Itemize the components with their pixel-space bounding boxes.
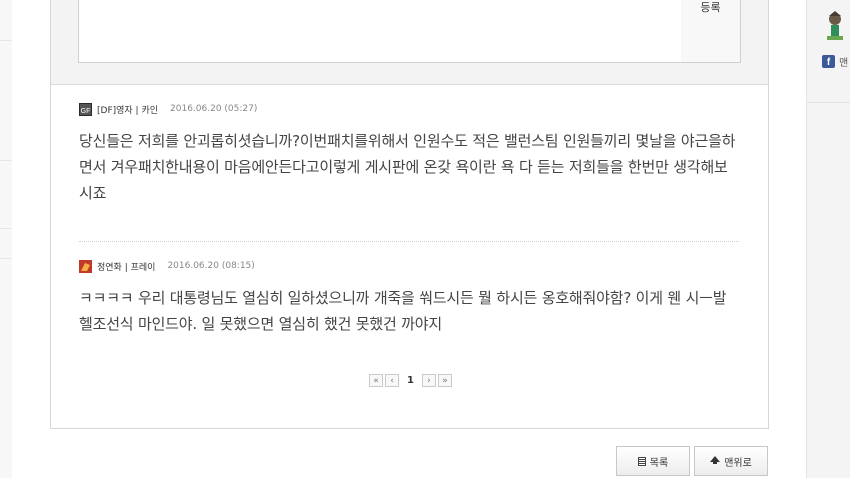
comment-date: 2016.06.20 (08:15)	[167, 261, 255, 271]
comment-date: 2016.06.20 (05:27)	[170, 104, 258, 114]
comment-item: 정연화 | 프레이 2016.06.20 (08:15) ㅋㅋㅋㅋ 우리 대통령…	[79, 259, 739, 337]
facebook-label: 맨	[839, 58, 849, 69]
comment-body: ㅋㅋㅋㅋ 우리 대통령님도 열심히 일하셨으니까 개죽을 쒀드시든 뭘 하시든 …	[79, 289, 727, 333]
list-button[interactable]: 목록	[616, 446, 690, 476]
comment-meta: GF [DF]영자 | 카인 2016.06.20 (05:27)	[79, 102, 739, 116]
next-page-button[interactable]: ›	[421, 374, 436, 387]
df-gm-badge-icon: GF	[79, 102, 92, 116]
comment-write-area: 등록	[51, 0, 768, 85]
current-page[interactable]: 1	[401, 375, 420, 386]
comment-input[interactable]	[78, 0, 682, 63]
comment-body: 당신들은 저희를 안괴롭히셧습니까?이번패치를위해서 인원수도 적은 밸런스팀 …	[79, 132, 736, 202]
comment-author[interactable]: [DF]영자 | 카인	[97, 103, 158, 116]
back-to-top-label: 맨위로	[724, 457, 752, 469]
submit-comment-button[interactable]: 등록	[681, 0, 741, 63]
left-gutter	[0, 0, 12, 478]
back-to-top-button[interactable]: 맨위로	[694, 446, 768, 476]
prev-page-button[interactable]: ‹	[385, 374, 399, 387]
svg-text:GF: GF	[81, 108, 91, 115]
facebook-icon: f	[822, 55, 835, 68]
fighter-class-icon	[79, 259, 92, 273]
comment-meta: 정연화 | 프레이 2016.06.20 (08:15)	[79, 259, 739, 273]
facebook-share[interactable]: f 맨	[822, 54, 848, 69]
first-page-button[interactable]: «	[369, 374, 383, 387]
last-page-button[interactable]: »	[437, 374, 452, 387]
arrow-up-icon	[710, 456, 721, 464]
right-sidebar	[806, 0, 850, 478]
comment-divider	[79, 241, 739, 242]
list-button-label: 목록	[649, 457, 669, 469]
list-icon	[637, 456, 646, 466]
comment-author[interactable]: 정연화 | 프레이	[97, 260, 155, 273]
submit-comment-label: 등록	[700, 1, 721, 14]
character-avatar[interactable]	[822, 10, 848, 42]
comment-section: 등록 GF [DF]영자 | 카인 2016.06.20 (05:27) 당신들…	[50, 0, 769, 429]
comment-item: GF [DF]영자 | 카인 2016.06.20 (05:27) 당신들은 저…	[79, 102, 739, 206]
pagination: « ‹ 1 › »	[369, 374, 452, 387]
